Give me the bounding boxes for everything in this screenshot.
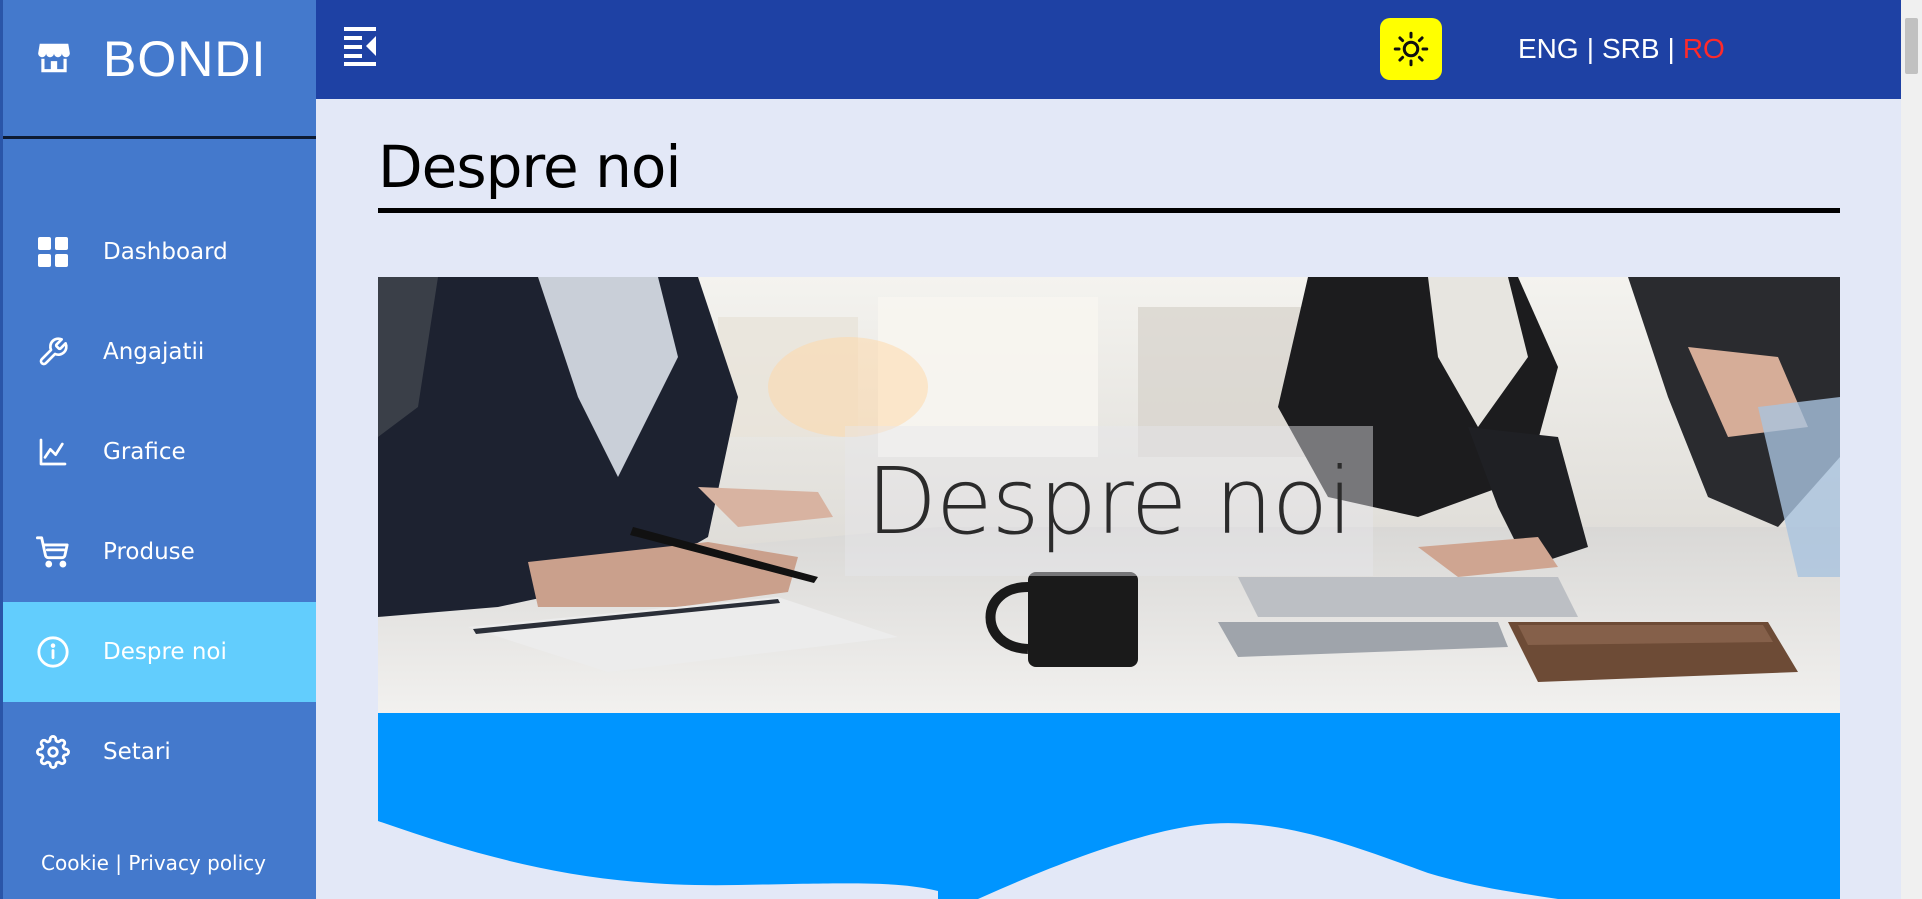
wave-decoration (378, 821, 1558, 899)
title-divider (378, 208, 1840, 213)
privacy-policy-link[interactable]: Privacy policy (128, 851, 266, 875)
shop-icon (38, 43, 70, 73)
cart-icon (36, 535, 70, 569)
language-ro[interactable]: RO (1683, 33, 1725, 64)
sidebar-item-label: Grafice (103, 439, 186, 465)
sidebar-item-despre-noi[interactable]: Despre noi (3, 602, 316, 702)
hero-caption-text: Despre noi (866, 447, 1353, 555)
gear-icon (36, 735, 70, 769)
sidebar-item-angajatii[interactable]: Angajatii (3, 302, 316, 402)
language-eng[interactable]: ENG (1518, 33, 1579, 64)
sidebar-item-label: Produse (103, 539, 195, 565)
wrench-icon (36, 335, 70, 369)
brand[interactable]: BONDI (3, 0, 316, 139)
wave-section (378, 713, 1840, 899)
hero-image: Despre noi (378, 277, 1840, 713)
topbar: ENG | SRB | RO (316, 0, 1901, 99)
sidebar-item-label: Setari (103, 739, 171, 765)
sun-icon (1393, 31, 1429, 67)
sidebar-item-setari[interactable]: Setari (3, 702, 316, 802)
page-title: Despre noi (378, 133, 681, 201)
sidebar: BONDI Dashboard Angajatii Grafice Produs… (0, 0, 316, 899)
page-scrollbar[interactable] (1901, 0, 1922, 899)
language-srb[interactable]: SRB (1602, 33, 1660, 64)
footer-separator: | (115, 851, 122, 875)
sidebar-item-grafice[interactable]: Grafice (3, 402, 316, 502)
line-chart-icon (36, 435, 70, 469)
main-content: Despre noi Despre noi (316, 99, 1901, 899)
menu-collapse-button[interactable] (342, 24, 380, 66)
sidebar-nav: Dashboard Angajatii Grafice Produse Desp… (3, 202, 316, 802)
language-separator: | (1667, 33, 1675, 64)
sidebar-item-produse[interactable]: Produse (3, 502, 316, 602)
language-separator: | (1586, 33, 1594, 64)
dashboard-grid-icon (36, 235, 70, 269)
sidebar-item-dashboard[interactable]: Dashboard (3, 202, 316, 302)
sidebar-item-label: Dashboard (103, 239, 228, 265)
menu-collapse-icon (344, 27, 376, 66)
sidebar-item-label: Angajatii (103, 339, 205, 365)
brand-name: BONDI (103, 31, 267, 87)
sidebar-item-label: Despre noi (103, 639, 227, 665)
info-icon (36, 635, 70, 669)
scrollbar-thumb[interactable] (1905, 18, 1918, 74)
hero-caption: Despre noi (845, 426, 1373, 576)
cookie-link[interactable]: Cookie (41, 851, 109, 875)
language-switcher: ENG | SRB | RO (1518, 33, 1725, 65)
sidebar-footer: Cookie | Privacy policy (41, 851, 266, 875)
theme-toggle-button[interactable] (1380, 18, 1442, 80)
